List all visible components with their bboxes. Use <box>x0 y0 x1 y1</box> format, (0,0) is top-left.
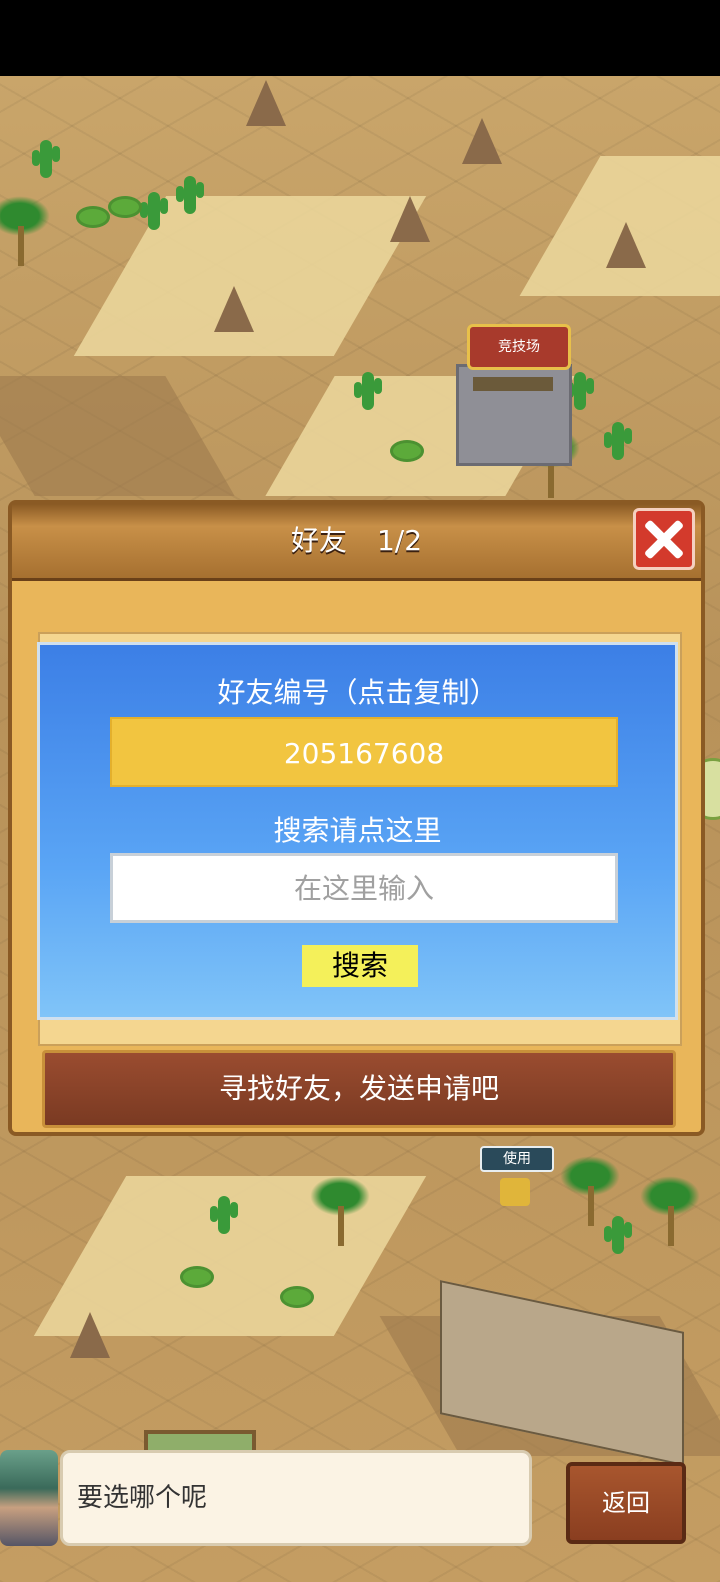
rock-spire <box>462 118 502 164</box>
rock-spire <box>246 80 286 126</box>
use-tag[interactable]: 使用 <box>480 1146 554 1172</box>
arena-building[interactable] <box>456 364 572 466</box>
arena-sign[interactable]: 竞技场 <box>467 324 571 370</box>
cactus <box>604 422 632 460</box>
lock-icon[interactable] <box>500 1178 530 1206</box>
rock-spire <box>70 1312 110 1358</box>
bush <box>180 1266 214 1288</box>
palm-tree <box>640 1176 700 1246</box>
sand-patch <box>73 196 427 356</box>
close-button[interactable] <box>633 508 695 570</box>
friend-id-copy-box[interactable]: 205167608 <box>110 717 618 787</box>
bush <box>76 206 110 228</box>
friend-search-dialog: 好友编号（点击复制） 205167608 搜索请点这里 搜索 <box>37 642 678 1020</box>
status-bar <box>0 0 720 76</box>
palm-tree <box>0 196 50 266</box>
cactus <box>32 140 60 178</box>
panel-title: 好友 1/2 <box>12 504 701 578</box>
palm-tree <box>310 1176 370 1246</box>
cactus <box>566 372 594 410</box>
search-button[interactable]: 搜索 <box>302 945 418 987</box>
rock-spire <box>214 286 254 332</box>
bush <box>108 196 142 218</box>
find-friends-button[interactable]: 寻找好友，发送申请吧 <box>42 1050 676 1128</box>
cactus <box>210 1196 238 1234</box>
bush <box>390 440 424 462</box>
friend-id-label: 好友编号（点击复制） <box>217 676 498 709</box>
back-button[interactable]: 返回 <box>566 1462 686 1544</box>
bush <box>280 1286 314 1308</box>
page-indicator: 1/2 <box>376 524 423 557</box>
cactus <box>354 372 382 410</box>
palm-tree <box>560 1156 620 1226</box>
dirt-patch <box>0 376 235 496</box>
speech-bubble: 要选哪个呢 <box>60 1450 532 1546</box>
rock-spire <box>390 196 430 242</box>
cactus <box>604 1216 632 1254</box>
cactus <box>140 192 168 230</box>
character-avatar <box>0 1450 58 1546</box>
cactus <box>176 176 204 214</box>
panel-title-text: 好友 <box>290 524 347 557</box>
rock-spire <box>606 222 646 268</box>
search-label: 搜索请点这里 <box>273 814 442 847</box>
search-input[interactable] <box>110 853 618 923</box>
